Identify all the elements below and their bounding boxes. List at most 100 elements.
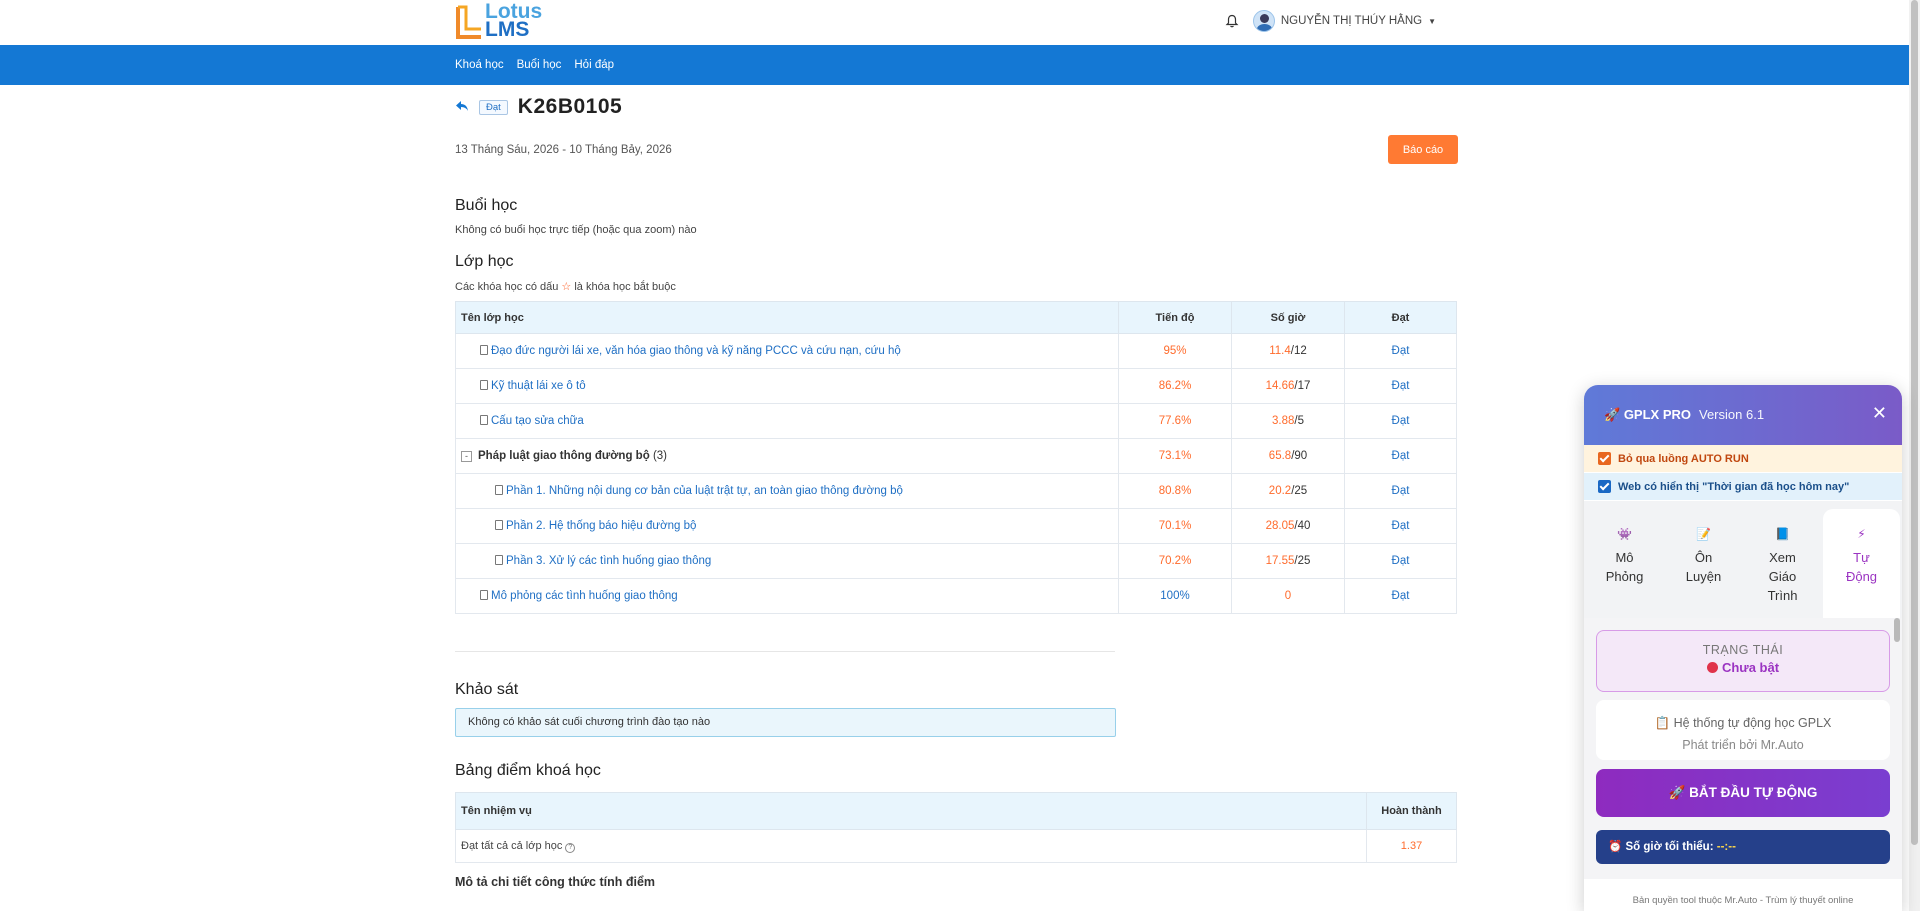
hours-done: 65.8 <box>1268 450 1292 462</box>
progress-value: 80.8% <box>1158 485 1192 497</box>
table-row: Phần 3. Xử lý các tình huống giao thông … <box>455 543 1457 579</box>
gplx-pro-panel: 🚀 GPLX PRO Version 6.1 ✕ Bỏ qua luồng AUT… <box>1584 385 1902 911</box>
sessions-empty-text: Không có buổi học trực tiếp (hoặc qua zo… <box>455 224 697 236</box>
table-row: Đạo đức người lái xe, văn hóa giao thông… <box>455 333 1457 369</box>
table-row: Cấu tạo sửa chữa 77.6% 3.88/5 Đạt <box>455 403 1457 439</box>
progress-value: 73.1% <box>1158 450 1192 462</box>
lightning-icon: ⚡ <box>1857 527 1866 541</box>
hours-total: /40 <box>1294 520 1311 532</box>
survey-info-box: Không có khảo sát cuối chương trình đào … <box>455 708 1116 737</box>
tab-auto[interactable]: ⚡ Tự Động <box>1823 509 1900 618</box>
user-area: NGUYỄN THỊ THÚY HẰNG ▼ <box>1225 10 1436 32</box>
logo-mark-icon <box>456 5 481 39</box>
skip-autorun-option[interactable]: Bỏ qua luồng AUTO RUN <box>1584 445 1902 473</box>
document-icon <box>495 555 503 565</box>
logo-text-lms: LMS <box>485 18 530 41</box>
hours-done: 28.05 <box>1265 520 1295 532</box>
page-title: K26B0105 <box>517 95 623 118</box>
panel-footer: Bản quyền tool thuộc Mr.Auto - Trùm lý t… <box>1632 895 1854 906</box>
class-link[interactable]: Phần 2. Hệ thống báo hiệu đường bộ <box>506 520 696 532</box>
panel-tabs: 👾 Mô Phỏng 📝 Ôn Luyện 📘 Xem Giáo Trình ⚡… <box>1584 501 1902 618</box>
progress-value: 70.1% <box>1158 520 1192 532</box>
help-icon[interactable]: ? <box>565 842 576 853</box>
table-row: Phần 1. Những nội dung cơ bản của luật t… <box>455 473 1457 509</box>
passed-status: Đạt <box>1391 450 1410 462</box>
nav-item-qa[interactable]: Hỏi đáp <box>574 59 614 71</box>
alien-icon: 👾 <box>1617 527 1632 541</box>
course-title-row: Đạt K26B0105 <box>455 85 1458 129</box>
tab-practice[interactable]: 📝 Ôn Luyện <box>1665 509 1742 618</box>
table-row: Đạt tất cả cả lớp học? 1.37 <box>455 829 1457 863</box>
passed-status: Đạt <box>1391 345 1410 357</box>
close-icon[interactable]: ✕ <box>1872 404 1887 422</box>
document-icon <box>480 345 488 355</box>
hours-done: 3.88 <box>1272 415 1295 427</box>
nav-item-courses[interactable]: Khoá học <box>455 59 504 71</box>
col-hours: Số giờ <box>1231 301 1345 334</box>
lotus-lms-logo[interactable]: Lotus LMS <box>455 1 542 41</box>
passed-status: Đạt <box>1391 485 1410 497</box>
panel-version: Version 6.1 <box>1699 407 1765 422</box>
hours-done: 0 <box>1284 590 1292 602</box>
page-scrollbar[interactable] <box>1909 0 1920 911</box>
document-icon <box>495 485 503 495</box>
classes-heading: Lớp học <box>455 253 514 270</box>
table-row: Phần 2. Hệ thống báo hiệu đường bộ 70.1%… <box>455 508 1457 544</box>
class-link[interactable]: Mô phỏng các tình huống giao thông <box>491 590 678 602</box>
classes-note-after: là khóa học bắt buộc <box>574 281 676 293</box>
option-label: Bỏ qua luồng AUTO RUN <box>1618 452 1749 465</box>
table-row: Mô phỏng các tình huống giao thông 100% … <box>455 578 1457 614</box>
hours-total: /5 <box>1294 415 1304 427</box>
show-time-option[interactable]: Web có hiển thị "Thời gian đã học hôm na… <box>1584 473 1902 501</box>
user-menu[interactable]: NGUYỄN THỊ THÚY HẰNG ▼ <box>1252 10 1436 32</box>
group-name: Pháp luật giao thông đường bộ <box>478 450 650 462</box>
passed-status: Đạt <box>1391 590 1410 602</box>
tab-label: Mô Phỏng <box>1605 550 1644 584</box>
tab-textbook[interactable]: 📘 Xem Giáo Trình <box>1744 509 1821 618</box>
hours-done: 14.66 <box>1265 380 1295 392</box>
group-count: (3) <box>652 450 667 462</box>
survey-heading: Khảo sát <box>455 681 519 698</box>
back-arrow-icon[interactable] <box>455 99 469 116</box>
option-label: Web có hiển thị "Thời gian đã học hôm na… <box>1618 480 1850 493</box>
tab-label: Ôn Luyện <box>1685 550 1722 584</box>
panel-scrollbar[interactable] <box>1894 618 1900 879</box>
col-progress: Tiến độ <box>1118 301 1232 334</box>
class-link[interactable]: Cấu tạo sửa chữa <box>491 415 584 427</box>
scores-table: Tên nhiệm vụ Hoàn thành Đạt tất cả cả lớ… <box>455 792 1457 863</box>
hours-done: 17.55 <box>1265 555 1295 567</box>
rocket-icon: 🚀 <box>1604 407 1621 422</box>
col-completed: Hoàn thành <box>1366 792 1457 830</box>
panel-header: 🚀 GPLX PRO Version 6.1 ✕ <box>1584 385 1902 445</box>
bell-icon[interactable] <box>1225 14 1239 28</box>
collapse-toggle[interactable]: - <box>461 451 472 462</box>
class-link[interactable]: Phần 3. Xử lý các tình huống giao thông <box>506 555 711 567</box>
memo-icon: 📝 <box>1696 527 1711 541</box>
tab-simulation[interactable]: 👾 Mô Phỏng <box>1586 509 1663 618</box>
document-icon <box>480 415 488 425</box>
classes-note: Các khóa học có dấu ☆ là khóa học bắt bu… <box>455 280 1458 293</box>
progress-value: 95% <box>1163 345 1187 357</box>
class-link[interactable]: Kỹ thuật lái xe ô tô <box>491 380 586 392</box>
classes-table: Tên lớp học Tiến độ Số giờ Đạt Đạo đức n… <box>455 301 1457 614</box>
book-icon: 📘 <box>1775 527 1790 541</box>
sessions-heading: Buổi học <box>455 197 518 214</box>
min-hours-value: --:-- <box>1716 841 1736 853</box>
checkbox-show-time[interactable] <box>1598 480 1611 493</box>
info-author: Phát triển bởi Mr.Auto <box>1682 738 1804 752</box>
top-bar: Lotus LMS NGUYỄN THỊ THÚY HẰNG ▼ <box>0 0 1920 45</box>
class-link[interactable]: Phần 1. Những nội dung cơ bản của luật t… <box>506 485 903 497</box>
hours-done: 11.4 <box>1269 345 1291 357</box>
checkbox-skip-autorun[interactable] <box>1598 452 1611 465</box>
start-auto-button[interactable]: 🚀 BẮT ĐẦU TỰ ĐỘNG <box>1596 769 1890 817</box>
tab-label: Xem Giáo Trình <box>1767 550 1798 603</box>
class-link[interactable]: Đạo đức người lái xe, văn hóa giao thông… <box>491 345 901 357</box>
hours-total: /17 <box>1294 380 1311 392</box>
col-task: Tên nhiệm vụ <box>455 792 1367 830</box>
course-date-range: 13 Tháng Sáu, 2026 - 10 Tháng Bảy, 2026 <box>455 144 672 156</box>
passed-status: Đạt <box>1391 380 1410 392</box>
caret-down-icon: ▼ <box>1428 16 1436 26</box>
report-button[interactable]: Báo cáo <box>1388 135 1458 164</box>
nav-item-sessions[interactable]: Buổi học <box>517 59 562 71</box>
passed-status: Đạt <box>1391 415 1410 427</box>
